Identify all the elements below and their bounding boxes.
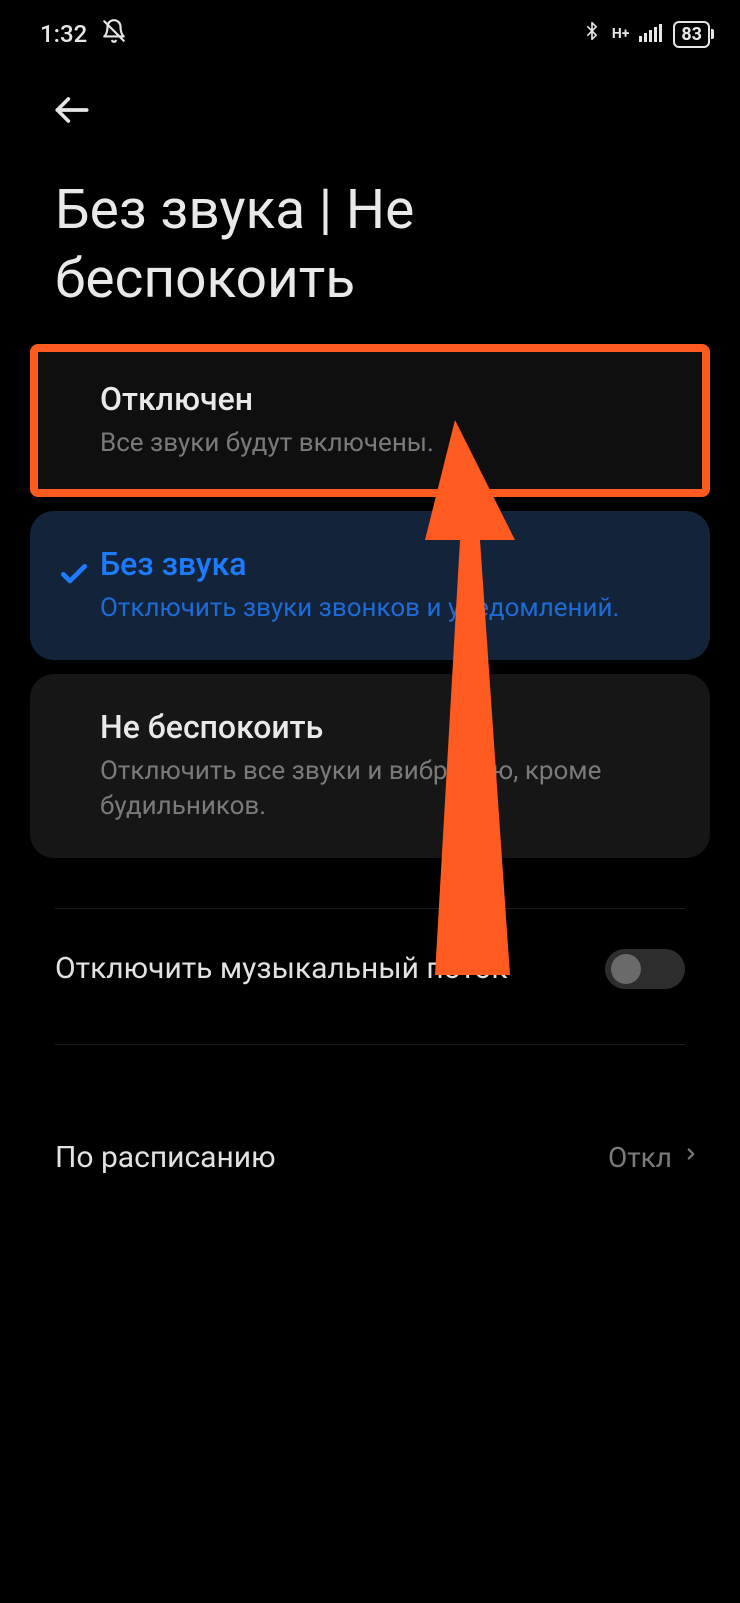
bluetooth-icon xyxy=(582,19,602,49)
row-value-wrap: Откл xyxy=(608,1140,700,1175)
back-button[interactable] xyxy=(50,117,94,136)
check-icon xyxy=(58,557,90,593)
battery-icon: 83 xyxy=(673,21,710,48)
option-silent[interactable]: Без звука Отключить звуки звонков и увед… xyxy=(30,511,710,660)
status-time: 1:32 xyxy=(40,20,87,48)
option-subtitle: Все звуки будут включены. xyxy=(100,426,672,461)
row-mute-music-stream[interactable]: Отключить музыкальный поток xyxy=(0,949,740,990)
header-row xyxy=(0,58,740,146)
network-type-icon: H+ xyxy=(612,27,630,41)
option-title: Отключен xyxy=(100,380,672,418)
option-title: Без звука xyxy=(100,545,680,583)
row-label: По расписанию xyxy=(55,1140,276,1175)
toggle-switch[interactable] xyxy=(605,949,685,989)
option-disabled[interactable]: Отключен Все звуки будут включены. xyxy=(30,344,710,497)
option-title: Не беспокоить xyxy=(100,708,680,746)
battery-level: 83 xyxy=(681,24,702,45)
chevron-right-icon xyxy=(682,1140,700,1175)
divider xyxy=(55,908,685,909)
toggle-knob xyxy=(611,954,641,984)
row-value: Откл xyxy=(608,1141,672,1174)
mode-options: Отключен Все звуки будут включены. Без з… xyxy=(0,344,740,858)
divider xyxy=(55,1044,685,1045)
row-label: Отключить музыкальный поток xyxy=(55,949,508,990)
option-subtitle: Отключить все звуки и вибрацию, кроме бу… xyxy=(100,754,680,824)
option-dnd[interactable]: Не беспокоить Отключить все звуки и вибр… xyxy=(30,674,710,858)
status-left: 1:32 xyxy=(40,18,127,50)
option-subtitle: Отключить звуки звонков и уведомлений. xyxy=(100,591,680,626)
row-schedule[interactable]: По расписанию Откл xyxy=(0,1140,740,1175)
mute-icon xyxy=(101,18,127,50)
status-right: H+ 83 xyxy=(582,19,710,49)
page-title: Без звука | Не беспокоить xyxy=(0,146,740,344)
status-bar: 1:32 H+ 83 xyxy=(0,0,740,58)
signal-icon xyxy=(639,20,663,48)
